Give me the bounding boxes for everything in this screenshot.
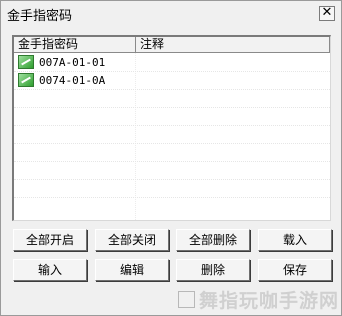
delete-button[interactable]: 删除 (176, 259, 250, 281)
close-button[interactable]: ✕ (319, 6, 335, 21)
title-bar[interactable]: 金手指密码 ✕ (1, 1, 341, 27)
column-header-note[interactable]: 注释 (136, 37, 330, 53)
list-row[interactable]: 0074-01-0A (14, 71, 330, 89)
checked-icon[interactable] (18, 55, 34, 69)
delete-all-button[interactable]: 全部删除 (176, 229, 250, 251)
row-divider (14, 89, 330, 90)
window-title: 金手指密码 (7, 9, 73, 24)
disable-all-button[interactable]: 全部关闭 (95, 229, 169, 251)
column-header-code[interactable]: 金手指密码 (14, 37, 136, 53)
row-divider (14, 161, 330, 162)
row-divider (14, 197, 330, 198)
enable-all-button[interactable]: 全部开启 (13, 229, 87, 251)
row-divider (14, 125, 330, 126)
checked-icon[interactable] (18, 73, 34, 87)
save-button[interactable]: 保存 (258, 259, 332, 281)
row-divider (14, 143, 330, 144)
row-divider (14, 179, 330, 180)
load-button[interactable]: 载入 (258, 229, 332, 251)
list-row[interactable]: 007A-01-01 (14, 53, 330, 71)
edit-button[interactable]: 编辑 (95, 259, 169, 281)
cheat-code-window: 金手指密码 ✕ 金手指密码 注释 007A-01-01 0074-01-0A 全… (0, 0, 342, 316)
row-divider (14, 107, 330, 108)
input-button[interactable]: 输入 (13, 259, 87, 281)
cheat-code: 0074-01-0A (39, 73, 106, 87)
watermark: 舞指玩咖手游网 (178, 286, 339, 313)
cheat-code-list[interactable]: 金手指密码 注释 007A-01-01 0074-01-0A (12, 35, 331, 221)
watermark-text: 舞指玩咖手游网 (199, 290, 340, 312)
watermark-logo-icon (178, 291, 195, 308)
cheat-code: 007A-01-01 (39, 55, 106, 69)
